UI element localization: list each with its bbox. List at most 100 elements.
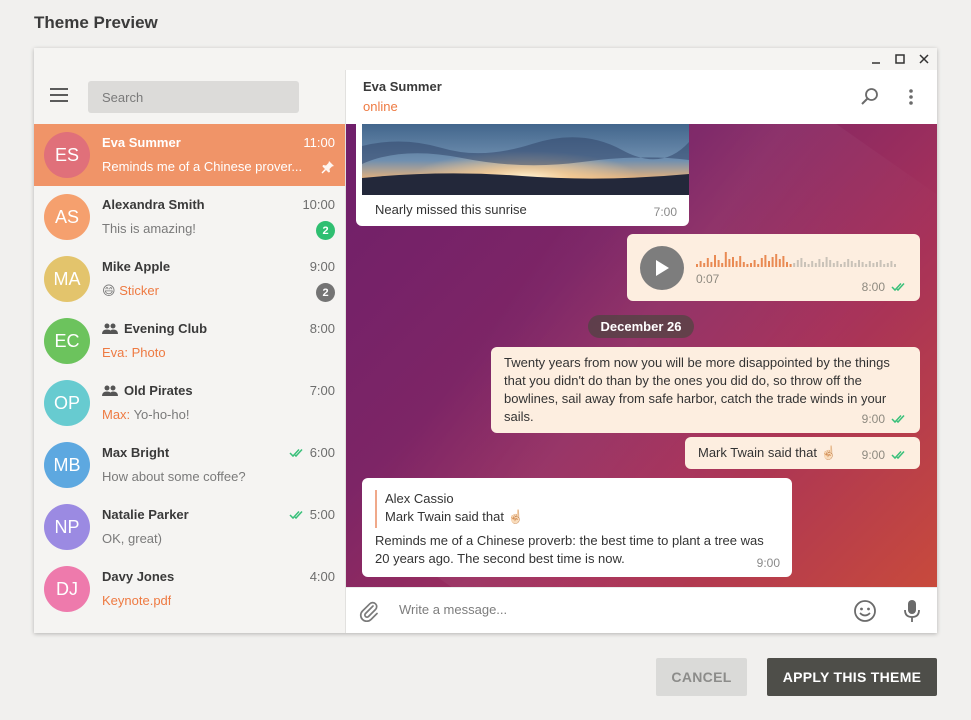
voice-message[interactable]: 0:07 8:00 — [627, 234, 920, 301]
chat-time: 6:00 — [289, 445, 335, 460]
minimize-icon[interactable] — [867, 51, 885, 67]
sticker-emoji: 😄 — [102, 283, 116, 298]
unread-badge: 2 — [316, 283, 335, 302]
chat-time-text: 6:00 — [309, 445, 335, 460]
hamburger-menu-icon[interactable] — [50, 88, 72, 106]
reply-message[interactable]: Alex Cassio Mark Twain said that ☝🏻 Remi… — [362, 478, 792, 577]
chat-last-message: 😄 Sticker — [102, 283, 159, 299]
waveform-bar — [876, 262, 878, 267]
waveform-bar — [710, 262, 713, 267]
chat-row-max-bright[interactable]: MB Max Bright 6:00 How about some coffee… — [34, 434, 345, 496]
avatar: ES — [44, 132, 90, 178]
photo-caption: Nearly missed this sunrise — [375, 202, 527, 217]
text-message[interactable]: Twenty years from now you will be more d… — [491, 347, 920, 433]
close-icon[interactable] — [915, 51, 933, 67]
avatar: NP — [44, 504, 90, 550]
message-time-text: 9:00 — [861, 412, 885, 426]
chat-last-message: This is amazing! — [102, 221, 196, 236]
chat-name: Max Bright — [102, 445, 170, 460]
attach-icon[interactable] — [357, 599, 381, 623]
maximize-icon[interactable] — [891, 51, 909, 67]
chat-name: Davy Jones — [102, 569, 175, 584]
waveform-bar — [764, 255, 767, 267]
chat-time: 7:00 — [309, 383, 335, 398]
microphone-icon[interactable] — [900, 599, 924, 623]
window-titlebar — [34, 48, 937, 70]
avatar: OP — [44, 380, 90, 426]
sunrise-photo[interactable] — [362, 124, 689, 195]
message-input[interactable]: Write a message... — [399, 602, 507, 617]
chat-row-eva-summer[interactable]: ES Eva Summer 11:00 Reminds me of a Chin… — [34, 124, 345, 186]
double-check-icon — [891, 414, 908, 424]
chat-sidebar: Search ES Eva Summer 11:00 Reminds me of… — [34, 70, 346, 633]
peer-status: online — [363, 99, 398, 114]
apply-theme-button[interactable]: APPLY THIS THEME — [767, 658, 937, 696]
dialog-title: Theme Preview — [34, 13, 158, 32]
waveform-bar — [836, 261, 839, 267]
waveform-bar — [872, 263, 875, 267]
chat-row-mike-apple[interactable]: MA Mike Apple 9:00 😄 Sticker 2 — [34, 248, 345, 310]
chat-name: Natalie Parker — [102, 507, 189, 522]
waveform-bar — [879, 260, 882, 267]
photo-message[interactable]: Nearly missed this sunrise 7:00 — [356, 124, 689, 226]
chat-time-text: 5:00 — [309, 507, 335, 522]
waveform-bar — [739, 256, 742, 267]
sidebar-header: Search — [34, 70, 346, 124]
chat-time: 11:00 — [303, 135, 335, 150]
waveform-bar — [840, 264, 842, 267]
waveform-bar — [768, 261, 770, 267]
search-input[interactable]: Search — [88, 81, 299, 113]
waveform-bar — [861, 262, 864, 267]
messages-area[interactable]: Nearly missed this sunrise 7:00 0:07 8:0… — [346, 124, 937, 587]
chat-row-old-pirates[interactable]: OP Old Pirates 7:00 Max: Yo-ho-ho! — [34, 372, 345, 434]
message-text: Twenty years from now you will be more d… — [504, 355, 890, 424]
waveform-bar — [858, 260, 860, 267]
search-icon[interactable] — [859, 86, 881, 108]
chat-row-natalie-parker[interactable]: NP Natalie Parker 5:00 OK, great) — [34, 496, 345, 558]
waveform-bar — [807, 264, 810, 267]
file-name: Keynote.pdf — [102, 593, 172, 608]
chat-name: Eva Summer — [102, 135, 181, 150]
preview-window: Search ES Eva Summer 11:00 Reminds me of… — [34, 48, 937, 633]
waveform-bar — [843, 262, 846, 267]
chat-name-text: Evening Club — [124, 321, 208, 336]
peer-name[interactable]: Eva Summer — [363, 79, 442, 94]
chat-row-davy-jones[interactable]: DJ Davy Jones 4:00 Keynote.pdf — [34, 558, 345, 620]
waveform-bar — [721, 263, 724, 267]
waveform-bar — [804, 262, 806, 267]
waveform-bar — [717, 260, 720, 267]
group-icon — [102, 323, 118, 334]
waveform-bar — [706, 258, 709, 267]
waveform-bar — [811, 261, 814, 267]
waveform-bar — [735, 261, 738, 267]
voice-waveform[interactable] — [696, 247, 898, 269]
message-time-text: 8:00 — [861, 280, 885, 294]
voice-duration: 0:07 — [696, 272, 720, 286]
chat-name-text: Old Pirates — [124, 383, 193, 398]
chat-list: ES Eva Summer 11:00 Reminds me of a Chin… — [34, 124, 346, 620]
more-vertical-icon[interactable] — [900, 86, 922, 108]
chat-name: Alexandra Smith — [102, 197, 205, 212]
text-message[interactable]: Mark Twain said that ☝🏻 9:00 — [685, 437, 920, 469]
waveform-bar — [847, 259, 850, 267]
chat-row-evening-club[interactable]: EC Evening Club 8:00 Eva: Photo — [34, 310, 345, 372]
waveform-bar — [793, 263, 796, 267]
double-check-icon — [289, 510, 306, 520]
waveform-bar — [750, 263, 752, 267]
emoji-icon[interactable] — [853, 599, 877, 623]
avatar: DJ — [44, 566, 90, 612]
waveform-bar — [742, 262, 745, 267]
waveform-bar — [778, 259, 781, 267]
play-button[interactable] — [640, 246, 684, 290]
chat-last-message: Max: Yo-ho-ho! — [102, 407, 189, 422]
reply-author: Alex Cassio — [385, 491, 454, 506]
waveform-bar — [786, 262, 788, 267]
waveform-bar — [753, 260, 756, 267]
chat-row-alexandra-smith[interactable]: AS Alexandra Smith 10:00 This is amazing… — [34, 186, 345, 248]
double-check-icon — [891, 450, 908, 460]
waveform-bar — [796, 260, 799, 267]
reply-preview[interactable]: Alex Cassio Mark Twain said that ☝🏻 — [375, 490, 524, 528]
waveform-bar — [728, 259, 731, 267]
message-time: 9:00 — [862, 446, 908, 464]
cancel-button[interactable]: CANCEL — [656, 658, 747, 696]
